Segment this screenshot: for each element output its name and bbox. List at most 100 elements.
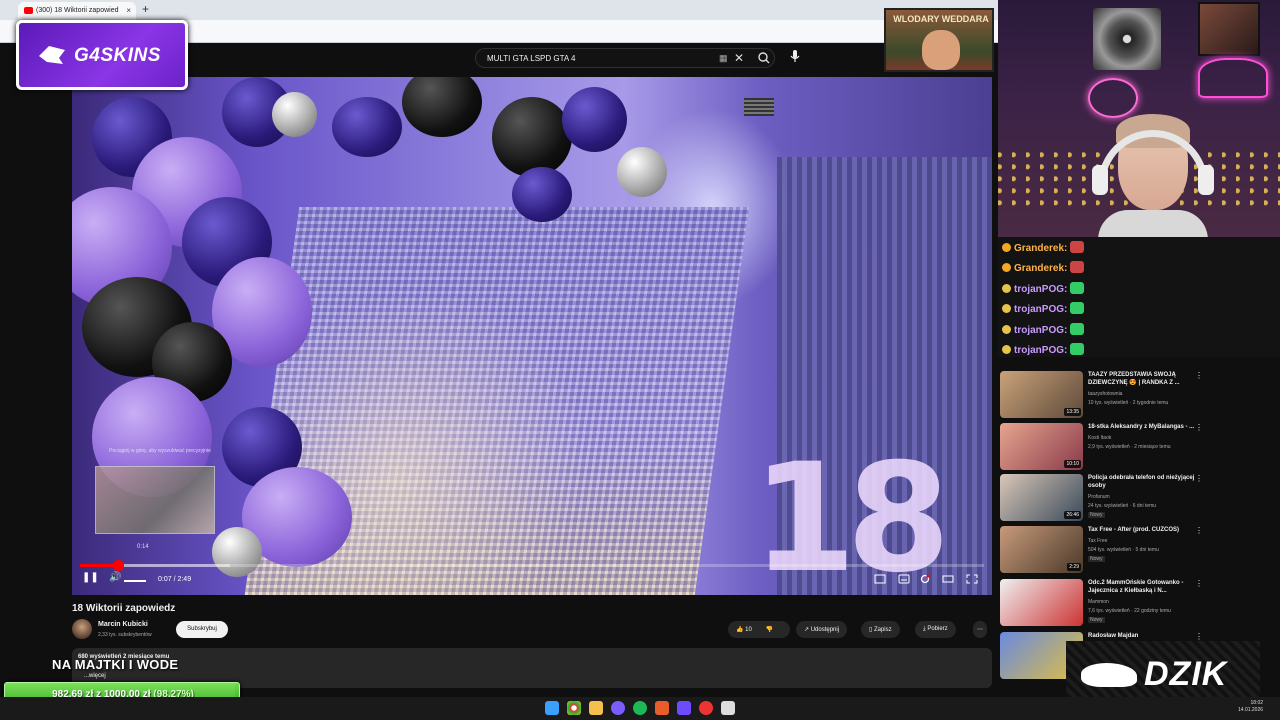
chat-username[interactable]: trojanPOG: <box>1014 325 1067 336</box>
dislike-button[interactable]: 👎 <box>766 627 773 633</box>
app-icon[interactable] <box>677 701 691 715</box>
search-input[interactable]: MULTI GTA LSPD GTA 4 <box>487 54 575 63</box>
fullscreen-icon[interactable] <box>966 574 978 584</box>
download-button[interactable]: ⤓ Pobierz <box>915 621 956 638</box>
browser-tab[interactable]: (300) 18 Wiktorii zapowied × <box>18 2 136 20</box>
chat-username[interactable]: trojanPOG: <box>1014 304 1067 315</box>
recommended-video[interactable]: 13:35 TAAZY PRZEDSTAWIA SWOJĄ DZIEWCZYNĘ… <box>1000 371 1275 419</box>
recommended-video[interactable]: 10:10 18-stka Aleksandry z MyBalangas - … <box>1000 423 1275 471</box>
video-title[interactable]: Odc.2 MammOńskie Gotowanko - Jajecznica … <box>1088 579 1198 595</box>
channel-name[interactable]: Tax Free <box>1088 538 1107 544</box>
chat-username[interactable]: trojanPOG: <box>1014 345 1067 356</box>
g4skins-text: G4SKINS <box>74 45 161 66</box>
app-icon[interactable] <box>699 701 713 715</box>
video-thumbnail[interactable]: 26:46 <box>1000 474 1083 521</box>
kebab-menu-icon[interactable]: ⋮ <box>1195 526 1203 535</box>
video-thumbnail[interactable]: 13:35 <box>1000 371 1083 418</box>
keyboard-icon[interactable]: ▦ <box>719 53 728 64</box>
chat-message: trojanPOG: <box>1002 302 1085 320</box>
chat-username[interactable]: trojanPOG: <box>1014 284 1067 295</box>
channel-avatar[interactable] <box>72 619 92 639</box>
channel-name[interactable]: Mammon <box>1088 599 1109 605</box>
channel-name[interactable]: taazyshotownia <box>1088 391 1122 397</box>
video-meta: 10 tys. wyświetleń · 2 tygodnie temu <box>1088 400 1169 406</box>
vinyl-record-decor <box>1093 8 1161 70</box>
file-explorer-icon[interactable] <box>589 701 603 715</box>
wlodary-overlay: WLODARY WEDDARA <box>884 8 994 72</box>
video-title[interactable]: Tax Free - After (prod. CUZCOS) <box>1088 526 1198 534</box>
channel-name[interactable]: Profanum <box>1088 494 1110 500</box>
seek-preview-time: 0:14 <box>137 544 149 550</box>
settings-gear-icon[interactable] <box>919 574 931 584</box>
chat-badge-icon <box>1002 243 1011 252</box>
balloon <box>212 527 262 577</box>
share-button[interactable]: ↗ Udostępnij <box>796 621 848 638</box>
neon-bull-sign <box>1198 58 1268 98</box>
video-title[interactable]: TAAZY PRZEDSTAWIA SWOJĄ DZIEWCZYNĘ 😍 | R… <box>1088 371 1198 387</box>
channel-name[interactable]: Kosti Itaok <box>1088 435 1111 441</box>
progress-scrubber[interactable] <box>112 560 124 571</box>
miniplayer-icon[interactable] <box>874 574 886 584</box>
chat-message: trojanPOG: <box>1002 281 1085 300</box>
video-player[interactable]: 18 Pociągnij w górę, aby wyszukiwać prec… <box>72 77 992 595</box>
kebab-menu-icon[interactable]: ⋮ <box>1195 632 1203 641</box>
cartoon-face <box>922 30 960 70</box>
video-duration: 13:35 <box>1064 408 1081 416</box>
app-icon[interactable] <box>655 701 669 715</box>
more-actions-button[interactable]: ⋯ <box>973 621 987 638</box>
headset-icon <box>1098 130 1208 190</box>
channel-name[interactable]: Marcin Kubicki <box>98 621 148 628</box>
dzik-text: DZIK <box>1144 655 1228 693</box>
video-title: 18 Wiktorii zapowiedz <box>72 603 176 614</box>
app-icon[interactable] <box>721 701 735 715</box>
like-count: 10 <box>745 627 752 633</box>
chrome-icon[interactable] <box>567 701 581 715</box>
theater-mode-icon[interactable] <box>942 574 954 584</box>
progress-bar[interactable] <box>80 560 984 571</box>
video-duration: 26:46 <box>1064 511 1081 519</box>
windows-start-icon[interactable] <box>545 701 559 715</box>
recommended-video[interactable]: 2:29 Tax Free - After (prod. CUZCOS) Tax… <box>1000 526 1275 574</box>
video-title[interactable]: Policja odebrała telefon od nieżyjącej o… <box>1088 474 1198 490</box>
download-label: Pobierz <box>927 626 948 632</box>
subscribe-button[interactable]: Subskrybuj <box>176 621 228 638</box>
wlodary-text: WLODARY WEDDARA <box>893 14 989 24</box>
like-button[interactable]: 👍 10 <box>736 627 752 633</box>
subtitles-icon[interactable] <box>898 574 910 584</box>
tab-close-icon[interactable]: × <box>126 6 131 15</box>
show-more-link[interactable]: ...więcej <box>84 673 106 679</box>
volume-icon[interactable]: 🔊 <box>109 572 121 583</box>
search-box[interactable]: MULTI GTA LSPD GTA 4 ▦ ✕ <box>475 48 775 68</box>
twitch-chat: Granderek: Granderek: trojanPOG: trojanPOG:… <box>998 237 1280 357</box>
chat-username[interactable]: Granderek: <box>1014 263 1067 274</box>
chat-username[interactable]: Granderek: <box>1014 243 1067 254</box>
pause-button[interactable]: ❚❚ <box>82 572 99 583</box>
kebab-menu-icon[interactable]: ⋮ <box>1195 579 1203 588</box>
video-thumbnail[interactable]: 10:10 <box>1000 423 1083 470</box>
video-title[interactable]: Radosław Majdan <box>1088 632 1198 640</box>
chat-message: trojanPOG: <box>1002 343 1085 361</box>
video-thumbnail[interactable]: 2:29 <box>1000 526 1083 573</box>
video-duration: 10:10 <box>1064 460 1081 468</box>
kebab-menu-icon[interactable]: ⋮ <box>1195 371 1203 380</box>
volume-slider[interactable] <box>124 580 146 582</box>
system-clock: 18:02 14.01.2026 <box>1238 700 1263 714</box>
new-tab-button[interactable]: + <box>142 2 149 16</box>
kebab-menu-icon[interactable]: ⋮ <box>1195 423 1203 432</box>
video-thumbnail[interactable] <box>1000 579 1083 626</box>
headset-earcup <box>1198 165 1214 195</box>
chat-emote-icon <box>1070 261 1085 274</box>
video-title[interactable]: 18-stka Aleksandry z MyBalangas - ... <box>1088 423 1198 431</box>
microphone-icon[interactable] <box>787 48 803 64</box>
video-meta: 504 tys. wyświetleń · 5 dni temu <box>1088 547 1159 553</box>
search-icon[interactable] <box>754 51 774 65</box>
spotify-icon[interactable] <box>633 701 647 715</box>
discord-icon[interactable] <box>611 701 625 715</box>
recommended-video[interactable]: Odc.2 MammOńskie Gotowanko - Jajecznica … <box>1000 579 1275 627</box>
clear-search-icon[interactable]: ✕ <box>734 51 744 65</box>
recommended-video[interactable]: 26:46 Policja odebrała telefon od nieżyj… <box>1000 474 1275 522</box>
balloon <box>402 77 482 137</box>
kebab-menu-icon[interactable]: ⋮ <box>1195 474 1203 483</box>
save-button[interactable]: ▯ Zapisz <box>861 621 900 638</box>
number-balloon: 18 <box>752 432 951 595</box>
